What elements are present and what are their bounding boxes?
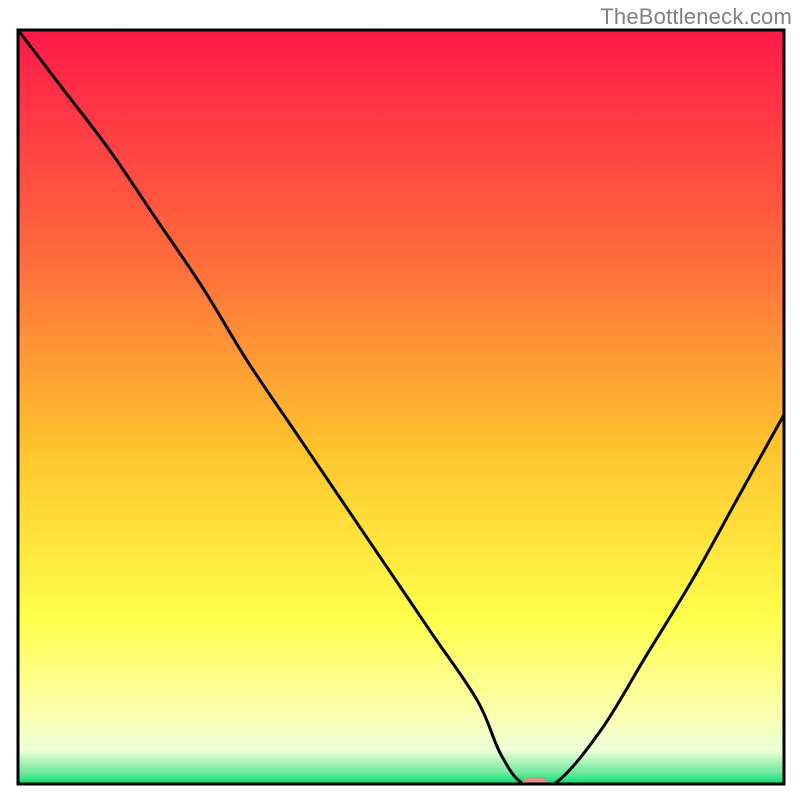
- plot-background: [18, 30, 784, 784]
- chart-container: TheBottleneck.com: [0, 0, 800, 800]
- watermark-text: TheBottleneck.com: [600, 4, 792, 30]
- bottleneck-chart: [0, 0, 800, 800]
